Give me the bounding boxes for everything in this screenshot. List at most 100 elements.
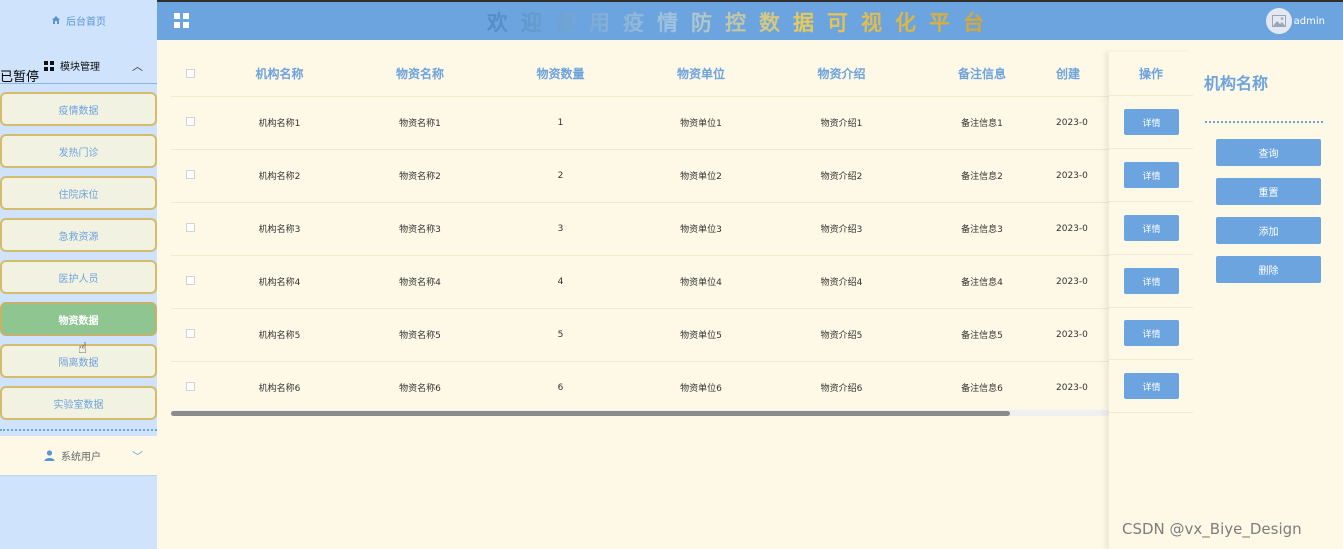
column-header: 备注信息 [912, 52, 1052, 97]
table-row: 机构名称6 物资名称6 6 物资单位6 物资介绍6 备注信息6 2023-0 [171, 361, 1109, 415]
select-all-checkbox[interactable] [185, 68, 195, 78]
watermark-text: CSDN @vx_Biye_Design [1122, 520, 1302, 538]
detail-button[interactable]: 详情 [1124, 109, 1179, 135]
select-all-cell[interactable] [171, 52, 209, 97]
system-users-header[interactable]: 系统用户 ﹀ [0, 436, 157, 476]
sidebar-item-fever-clinic[interactable]: 发热门诊 [0, 134, 157, 168]
sidebar-item-lab-data[interactable]: 实验室数据 [0, 386, 157, 420]
cell-date: 2023-0 [1052, 255, 1109, 309]
cell-date: 2023-0 [1052, 308, 1109, 362]
table-header-row: 机构名称 物资名称 物资数量 物资单位 物资介绍 备注信息 创建 [171, 52, 1109, 97]
page-banner-title: 欢迎使用疫情防控数据可视化平台 [487, 7, 997, 37]
cell-intro: 物资介绍1 [771, 96, 912, 150]
cell-unit: 物资单位3 [631, 202, 771, 256]
sidebar-item-label: 物资数据 [58, 315, 99, 327]
table-row: 机构名称5 物资名称5 5 物资单位5 物资介绍5 备注信息5 2023-0 [171, 308, 1109, 362]
cell-intro: 物资介绍2 [771, 149, 912, 203]
cell-qty: 5 [490, 308, 631, 362]
menu-grid-icon[interactable] [174, 13, 189, 28]
module-label: 模块管理 [60, 62, 100, 73]
row-checkbox[interactable] [185, 169, 195, 179]
detail-button[interactable]: 详情 [1124, 215, 1179, 241]
image-icon [1272, 15, 1286, 27]
add-button[interactable]: 添加 [1216, 217, 1321, 244]
row-divider [1109, 201, 1193, 202]
user-name[interactable]: admin [1294, 16, 1325, 27]
column-header: 机构名称 [209, 52, 350, 97]
cell-org: 机构名称4 [209, 255, 350, 309]
cell-name: 物资名称5 [350, 308, 490, 362]
data-table: 机构名称 物资名称 物资数量 物资单位 物资介绍 备注信息 创建 机构名称1 物… [171, 52, 1109, 415]
operation-column: 操作 详情 详情 详情 详情 详情 详情 [1109, 52, 1193, 549]
table-row: 机构名称4 物资名称4 4 物资单位4 物资介绍4 备注信息4 2023-0 [171, 255, 1109, 309]
detail-button[interactable]: 详情 [1124, 268, 1179, 294]
sidebar-item-emergency-resources[interactable]: 急救资源 [0, 218, 157, 252]
row-divider [1109, 359, 1193, 360]
search-input-underline[interactable] [1205, 121, 1323, 123]
cell-intro: 物资介绍4 [771, 255, 912, 309]
row-checkbox[interactable] [185, 328, 195, 338]
sidebar-item-supplies-data[interactable]: 物资数据 [0, 302, 157, 336]
chevron-down-icon[interactable]: ﹀ [132, 448, 143, 464]
cell-date: 2023-0 [1052, 96, 1109, 150]
row-checkbox[interactable] [185, 116, 195, 126]
cell-note: 备注信息1 [912, 96, 1052, 150]
cell-unit: 物资单位6 [631, 361, 771, 415]
data-table-container: 机构名称 物资名称 物资数量 物资单位 物资介绍 备注信息 创建 机构名称1 物… [171, 52, 1109, 422]
cell-qty: 2 [490, 149, 631, 203]
row-checkbox[interactable] [185, 222, 195, 232]
cell-org: 机构名称3 [209, 202, 350, 256]
sidebar-divider [0, 429, 157, 431]
row-checkbox[interactable] [185, 381, 195, 391]
detail-button[interactable]: 详情 [1124, 162, 1179, 188]
sidebar-item-label: 疫情数据 [58, 105, 99, 117]
sidebar-item-label: 实验室数据 [53, 399, 104, 411]
table-row: 机构名称1 物资名称1 1 物资单位1 物资介绍1 备注信息1 2023-0 [171, 96, 1109, 150]
cell-unit: 物资单位1 [631, 96, 771, 150]
horizontal-scrollbar-thumb[interactable] [171, 411, 1010, 416]
row-checkbox[interactable] [185, 275, 195, 285]
column-header: 物资名称 [350, 52, 490, 97]
cell-qty: 1 [490, 96, 631, 150]
sidebar-item-label: 住院床位 [58, 189, 99, 201]
sidebar-home-link[interactable]: 后台首页 [0, 0, 157, 40]
cell-intro: 物资介绍3 [771, 202, 912, 256]
cell-note: 备注信息5 [912, 308, 1052, 362]
operation-header: 操作 [1109, 52, 1193, 96]
sidebar-item-hospital-beds[interactable]: 住院床位 [0, 176, 157, 210]
cell-org: 机构名称1 [209, 96, 350, 150]
delete-button[interactable]: 删除 [1216, 256, 1321, 283]
cell-qty: 3 [490, 202, 631, 256]
detail-button[interactable]: 详情 [1124, 320, 1179, 346]
top-header: 欢迎使用疫情防控数据可视化平台 admin [157, 0, 1343, 40]
column-header: 物资数量 [490, 52, 631, 97]
table-row: 机构名称3 物资名称3 3 物资单位3 物资介绍3 备注信息3 2023-0 [171, 202, 1109, 256]
cell-qty: 4 [490, 255, 631, 309]
sidebar-item-label: 发热门诊 [58, 147, 99, 159]
hand-pointer-icon: ☝ [78, 339, 88, 357]
sidebar-item-label: 急救资源 [58, 231, 99, 243]
reset-button[interactable]: 重置 [1216, 178, 1321, 205]
cell-note: 备注信息2 [912, 149, 1052, 203]
sidebar-item-epidemic-data[interactable]: 疫情数据 [0, 92, 157, 126]
cell-unit: 物资单位5 [631, 308, 771, 362]
user-icon [44, 450, 55, 461]
chevron-up-icon[interactable]: ︿ [132, 58, 143, 74]
users-label: 系统用户 [61, 452, 101, 463]
row-divider [1109, 148, 1193, 149]
column-header: 物资介绍 [771, 52, 912, 97]
cell-note: 备注信息4 [912, 255, 1052, 309]
detail-button[interactable]: 详情 [1124, 373, 1179, 399]
cell-intro: 物资介绍6 [771, 361, 912, 415]
avatar[interactable] [1266, 8, 1292, 34]
home-icon [52, 16, 60, 24]
query-button[interactable]: 查询 [1216, 139, 1321, 166]
row-divider [1109, 254, 1193, 255]
table-row: 机构名称2 物资名称2 2 物资单位2 物资介绍2 备注信息2 2023-0 [171, 149, 1109, 203]
cell-org: 机构名称6 [209, 361, 350, 415]
paused-overlay-text: 已暂停 [0, 70, 40, 85]
cell-name: 物资名称2 [350, 149, 490, 203]
sidebar-item-medical-staff[interactable]: 医护人员 [0, 260, 157, 294]
sidebar-item-label: 医护人员 [58, 273, 99, 285]
cell-name: 物资名称3 [350, 202, 490, 256]
